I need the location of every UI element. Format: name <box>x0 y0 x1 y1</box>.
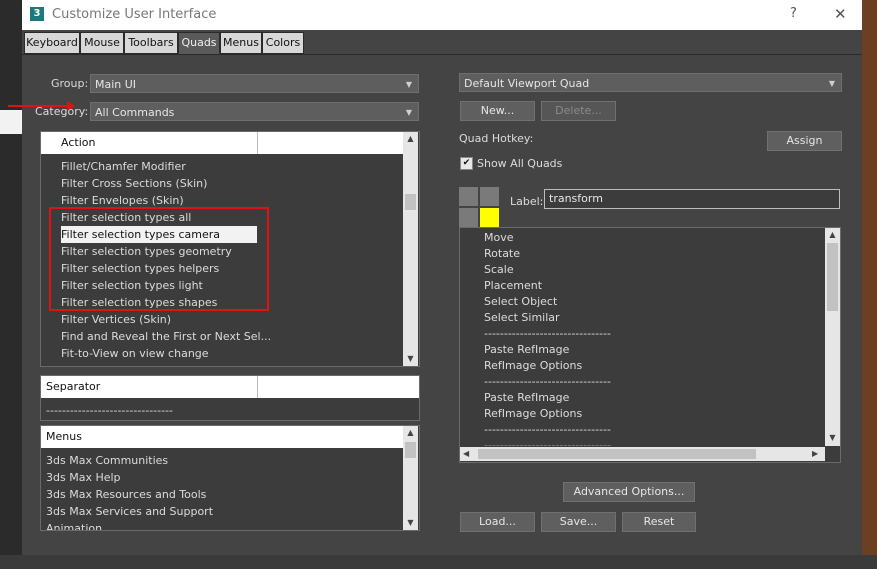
menus-scrollbar[interactable]: ▲ ▼ <box>403 426 418 530</box>
tab-colors[interactable]: Colors <box>262 32 304 54</box>
scroll-left-icon[interactable]: ◀ <box>463 447 469 461</box>
group-value: Main UI <box>95 78 137 91</box>
list-item[interactable]: Animation <box>46 520 102 530</box>
list-item[interactable]: Fit-to-View on view change <box>61 345 209 362</box>
customize-dialog: Keyboard Mouse Toolbars Quads Menus Colo… <box>22 30 862 555</box>
scroll-thumb[interactable] <box>405 442 416 458</box>
tab-mouse[interactable]: Mouse <box>80 32 124 54</box>
show-all-quads-checkbox[interactable]: ✔ <box>460 157 473 170</box>
scroll-up-icon[interactable]: ▲ <box>825 228 840 242</box>
column-divider <box>257 376 258 398</box>
label-label: Label: <box>510 195 544 208</box>
quad-set-value: Default Viewport Quad <box>464 77 590 90</box>
category-value: All Commands <box>95 106 175 119</box>
background-panel-fragment <box>0 110 22 134</box>
list-item[interactable]: 3ds Max Help <box>46 469 121 486</box>
background-viewport-left <box>0 0 22 569</box>
quad-items-hscrollbar[interactable]: ◀ ▶ <box>460 447 825 461</box>
category-dropdown[interactable]: All Commands ▼ <box>90 102 419 121</box>
tab-keyboard[interactable]: Keyboard <box>24 32 80 54</box>
chevron-down-icon: ▼ <box>405 80 412 89</box>
list-item[interactable]: Rotate <box>484 246 520 262</box>
list-item[interactable]: Paste RefImage <box>484 390 569 406</box>
scroll-right-icon[interactable]: ▶ <box>812 447 818 461</box>
scroll-down-icon[interactable]: ▼ <box>825 431 840 445</box>
help-button[interactable]: ? <box>790 6 797 21</box>
tab-quads[interactable]: Quads <box>178 32 220 54</box>
scroll-up-icon[interactable]: ▲ <box>403 132 418 146</box>
scroll-up-icon[interactable]: ▲ <box>403 426 418 440</box>
group-label: Group: <box>51 77 89 90</box>
list-item[interactable]: Select Similar <box>484 310 560 326</box>
quads-panel: Group: Main UI ▼ Category: All Commands … <box>22 54 862 556</box>
save-button[interactable]: Save... <box>541 512 616 532</box>
list-item[interactable]: Placement <box>484 278 542 294</box>
list-item[interactable]: -------------------------------- <box>484 438 611 446</box>
background-viewport-bottom <box>0 555 877 569</box>
list-item[interactable]: -------------------------------- <box>484 374 611 390</box>
reset-button[interactable]: Reset <box>622 512 696 532</box>
quad-bottom-right-active[interactable] <box>480 208 499 227</box>
column-divider <box>257 132 258 154</box>
label-input[interactable]: transform <box>544 189 840 209</box>
quad-top-left[interactable] <box>459 187 478 206</box>
list-item[interactable]: -------------------------------- <box>484 422 611 438</box>
list-item[interactable]: Move <box>484 230 514 246</box>
list-item[interactable]: -------------------------------- <box>484 326 611 342</box>
list-item[interactable]: Fillet/Chamfer Modifier <box>61 158 186 175</box>
quad-set-dropdown[interactable]: Default Viewport Quad ▼ <box>459 73 842 92</box>
scroll-down-icon[interactable]: ▼ <box>403 352 418 366</box>
scroll-thumb[interactable] <box>405 194 416 210</box>
list-item[interactable]: 3ds Max Resources and Tools <box>46 486 206 503</box>
list-item[interactable]: RefImage Options <box>484 406 582 422</box>
list-item[interactable]: Scale <box>484 262 514 278</box>
advanced-options-button[interactable]: Advanced Options... <box>563 482 695 502</box>
separator-header-label: Separator <box>46 380 101 393</box>
new-button[interactable]: New... <box>460 101 535 121</box>
chevron-down-icon: ▼ <box>405 108 412 117</box>
scroll-thumb[interactable] <box>478 449 756 459</box>
window-title: Customize User Interface <box>52 7 217 22</box>
assign-button[interactable]: Assign <box>767 131 842 151</box>
list-item[interactable]: 3ds Max Services and Support <box>46 503 213 520</box>
menus-header-label: Menus <box>46 430 82 443</box>
quad-top-right[interactable] <box>480 187 499 206</box>
app-icon: 3 <box>30 7 44 21</box>
separator-column-header[interactable]: Separator <box>41 376 419 398</box>
highlight-box <box>49 207 269 311</box>
action-column-header[interactable]: Action <box>41 132 403 154</box>
action-scrollbar[interactable]: ▲ ▼ <box>403 132 418 366</box>
separator-list[interactable]: Separator ------------------------------… <box>40 375 420 421</box>
red-arrow-annotation <box>8 101 75 111</box>
list-item[interactable]: Find and Reveal the First or Next Sel... <box>61 328 271 345</box>
menus-column-header[interactable]: Menus <box>41 426 403 448</box>
list-item[interactable]: RefImage Options <box>484 358 582 374</box>
quad-hotkey-label: Quad Hotkey: <box>459 132 534 145</box>
menus-list[interactable]: Menus 3ds Max Communities 3ds Max Help 3… <box>40 425 420 531</box>
action-header-label: Action <box>61 136 96 149</box>
title-bar: 3 Customize User Interface ? ✕ <box>22 0 862 30</box>
load-button[interactable]: Load... <box>460 512 535 532</box>
list-item[interactable]: Filter Vertices (Skin) <box>61 311 171 328</box>
chevron-down-icon: ▼ <box>828 79 835 88</box>
scroll-thumb[interactable] <box>827 243 838 311</box>
tab-toolbars[interactable]: Toolbars <box>124 32 178 54</box>
tab-menus[interactable]: Menus <box>220 32 262 54</box>
close-button[interactable]: ✕ <box>834 5 847 23</box>
quad-bottom-left[interactable] <box>459 208 478 227</box>
separator-item[interactable]: -------------------------------- <box>46 402 173 419</box>
quad-items-list[interactable]: Move Rotate Scale Placement Select Objec… <box>459 227 841 463</box>
quad-items-vscrollbar[interactable]: ▲ ▼ <box>825 228 840 446</box>
background-viewport-right <box>862 0 877 569</box>
list-item[interactable]: Paste RefImage <box>484 342 569 358</box>
group-dropdown[interactable]: Main UI ▼ <box>90 74 419 93</box>
list-item[interactable]: Select Object <box>484 294 557 310</box>
show-all-quads-label: Show All Quads <box>477 157 563 170</box>
scroll-down-icon[interactable]: ▼ <box>403 516 418 530</box>
list-item[interactable]: 3ds Max Communities <box>46 452 168 469</box>
delete-button[interactable]: Delete... <box>541 101 616 121</box>
list-item[interactable]: Filter Cross Sections (Skin) <box>61 175 207 192</box>
